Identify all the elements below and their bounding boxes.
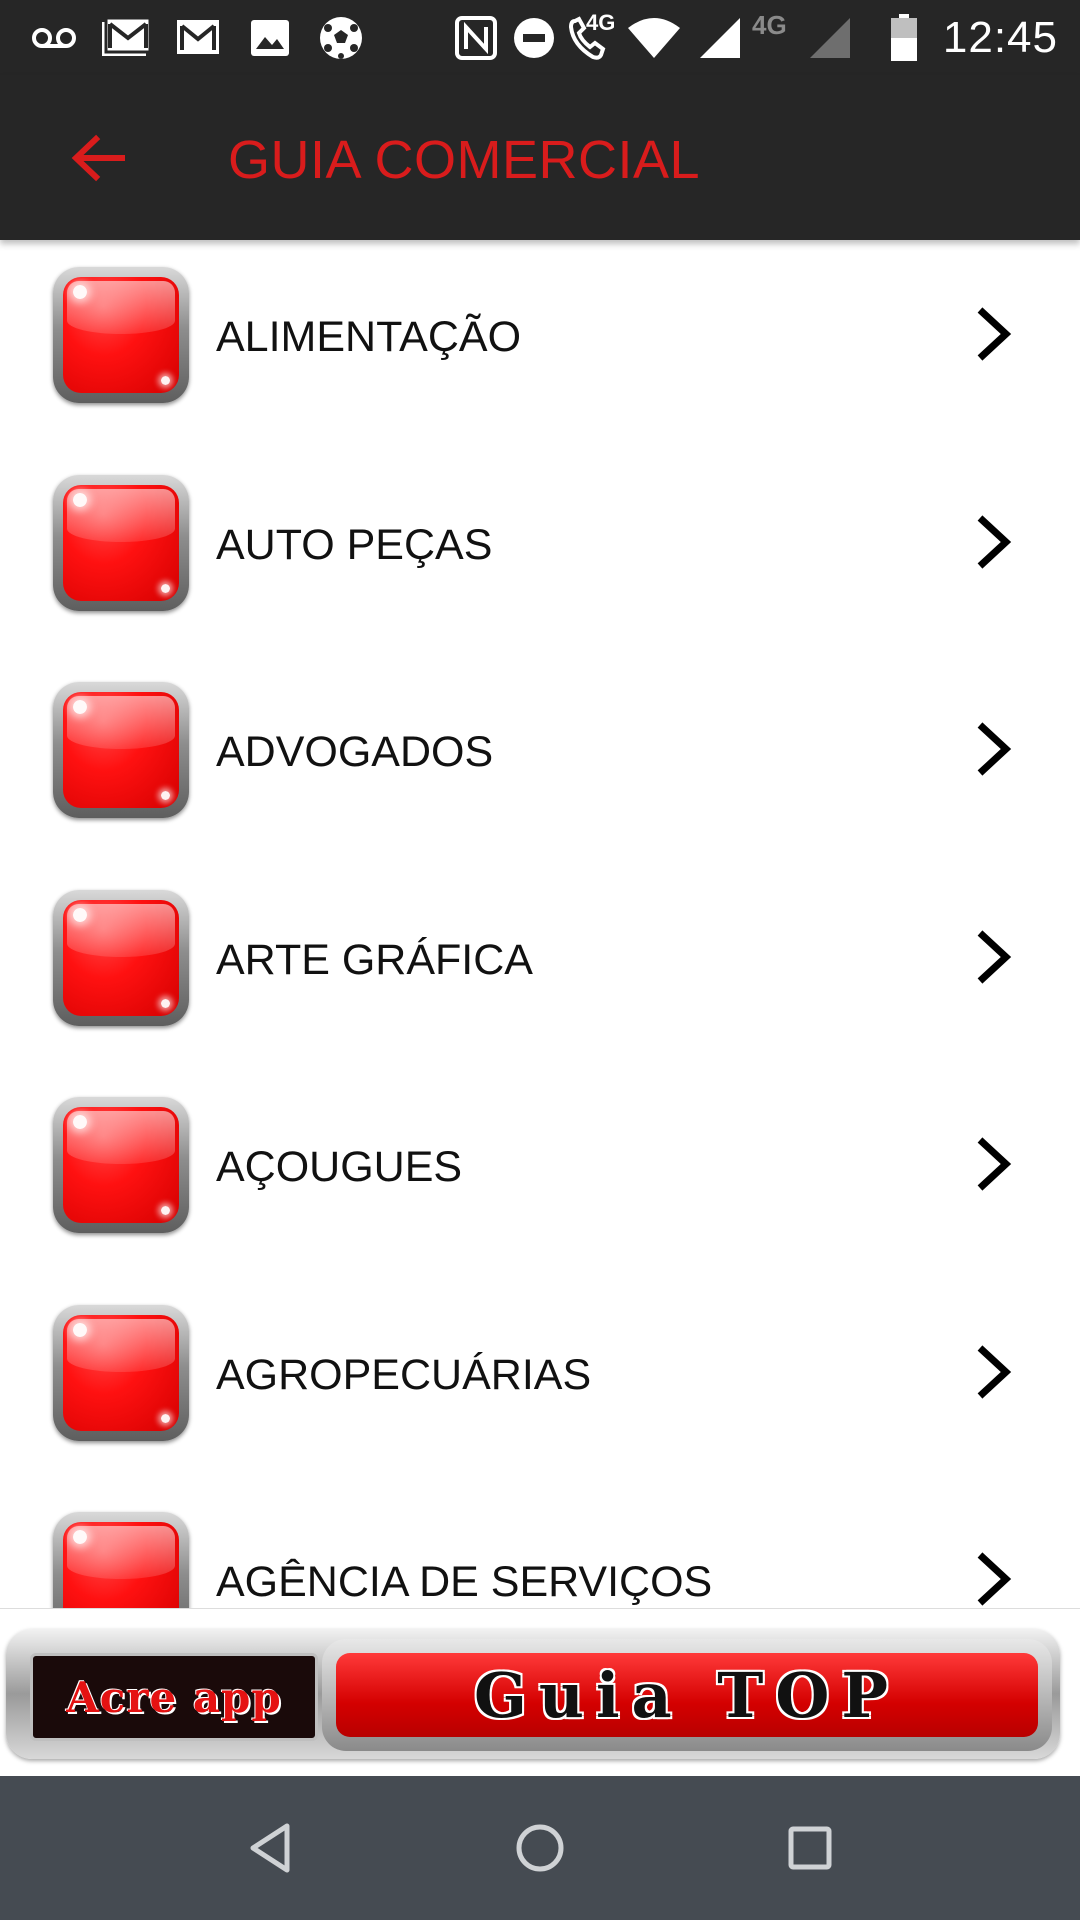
list-item-label: ALIMENTAÇÃO: [216, 313, 522, 361]
network-type-label-2: 4G: [752, 10, 787, 40]
chevron-right-icon: [977, 307, 1012, 361]
image-icon: [246, 14, 294, 62]
chevron-right-icon: [977, 514, 1012, 569]
list-item-label: AUTO PEÇAS: [216, 520, 493, 569]
ad-banner-title-box: Guia TOP: [322, 1639, 1052, 1751]
gmail-icon: [172, 14, 224, 62]
red-button-icon: [53, 889, 189, 1026]
red-button-icon: [53, 1097, 189, 1233]
nav-home-button[interactable]: [500, 1808, 580, 1888]
list-item-advogados[interactable]: ADVOGADOS: [0, 655, 1080, 863]
ad-banner[interactable]: Acre app Guia TOP: [0, 1608, 1080, 1777]
back-button[interactable]: [58, 123, 138, 193]
app-bar: GUIA COMERCIAL: [0, 75, 1080, 240]
status-bar: 4G 4G 12:45: [0, 0, 1080, 75]
page-title: GUIA COMERCIAL: [228, 130, 701, 190]
list-item-agencia-de-servicos[interactable]: AGÊNCIA DE SERVIÇOS: [0, 1485, 1080, 1608]
battery-icon: [886, 14, 922, 62]
red-button-icon: [53, 1512, 189, 1608]
arrow-left-icon: [71, 134, 125, 182]
signal-icon: [806, 14, 854, 62]
ad-banner-right-text: Guia TOP: [473, 1658, 901, 1732]
list-item-label: ARTE GRÁFICA: [216, 935, 533, 984]
chevron-right-icon: [977, 929, 1012, 984]
clock-time: 12:45: [942, 13, 1058, 62]
chevron-right-icon: [977, 1552, 1012, 1606]
gmail-icon: [98, 14, 154, 62]
recents-square-icon: [788, 1826, 832, 1870]
back-triangle-icon: [250, 1823, 290, 1873]
soccer-ball-icon: [316, 14, 366, 62]
list-item-agropecuarias[interactable]: AGROPECUÁRIAS: [0, 1278, 1080, 1486]
system-navigation-bar: [0, 1776, 1080, 1920]
red-button-icon: [53, 682, 189, 818]
signal-icon: [696, 14, 744, 62]
list-item-arte-grafica[interactable]: ARTE GRÁFICA: [0, 863, 1080, 1071]
list-item-acougues[interactable]: AÇOUGUES: [0, 1070, 1080, 1278]
list-item-alimentacao[interactable]: ALIMENTAÇÃO: [0, 240, 1080, 448]
chevron-right-icon: [977, 722, 1012, 776]
nfc-icon: [452, 14, 500, 62]
list-item-label: AGROPECUÁRIAS: [216, 1350, 592, 1399]
red-button-icon: [53, 267, 189, 403]
network-type-label: 4G: [586, 10, 616, 35]
ad-banner-logo: Acre app: [30, 1653, 318, 1741]
do-not-disturb-icon: [510, 14, 558, 62]
nav-recents-button[interactable]: [770, 1808, 850, 1888]
voicemail-icon: [28, 14, 80, 62]
chevron-right-icon: [977, 1137, 1012, 1191]
red-button-icon: [53, 474, 189, 611]
list-item-label: AGÊNCIA DE SERVIÇOS: [216, 1558, 713, 1606]
chevron-right-icon: [977, 1344, 1012, 1399]
list-item-label: AÇOUGUES: [216, 1143, 463, 1191]
list-item-label: ADVOGADOS: [216, 728, 494, 776]
home-circle-icon: [516, 1824, 564, 1872]
nav-back-button[interactable]: [230, 1808, 310, 1888]
wifi-icon: [624, 14, 684, 62]
red-button-icon: [53, 1304, 189, 1441]
ad-banner-left-text: Acre app: [66, 1672, 282, 1722]
category-list: ALIMENTAÇÃO AUTO PEÇAS ADVOGADOS ARTE GR…: [0, 240, 1080, 1608]
list-item-auto-pecas[interactable]: AUTO PEÇAS: [0, 448, 1080, 656]
